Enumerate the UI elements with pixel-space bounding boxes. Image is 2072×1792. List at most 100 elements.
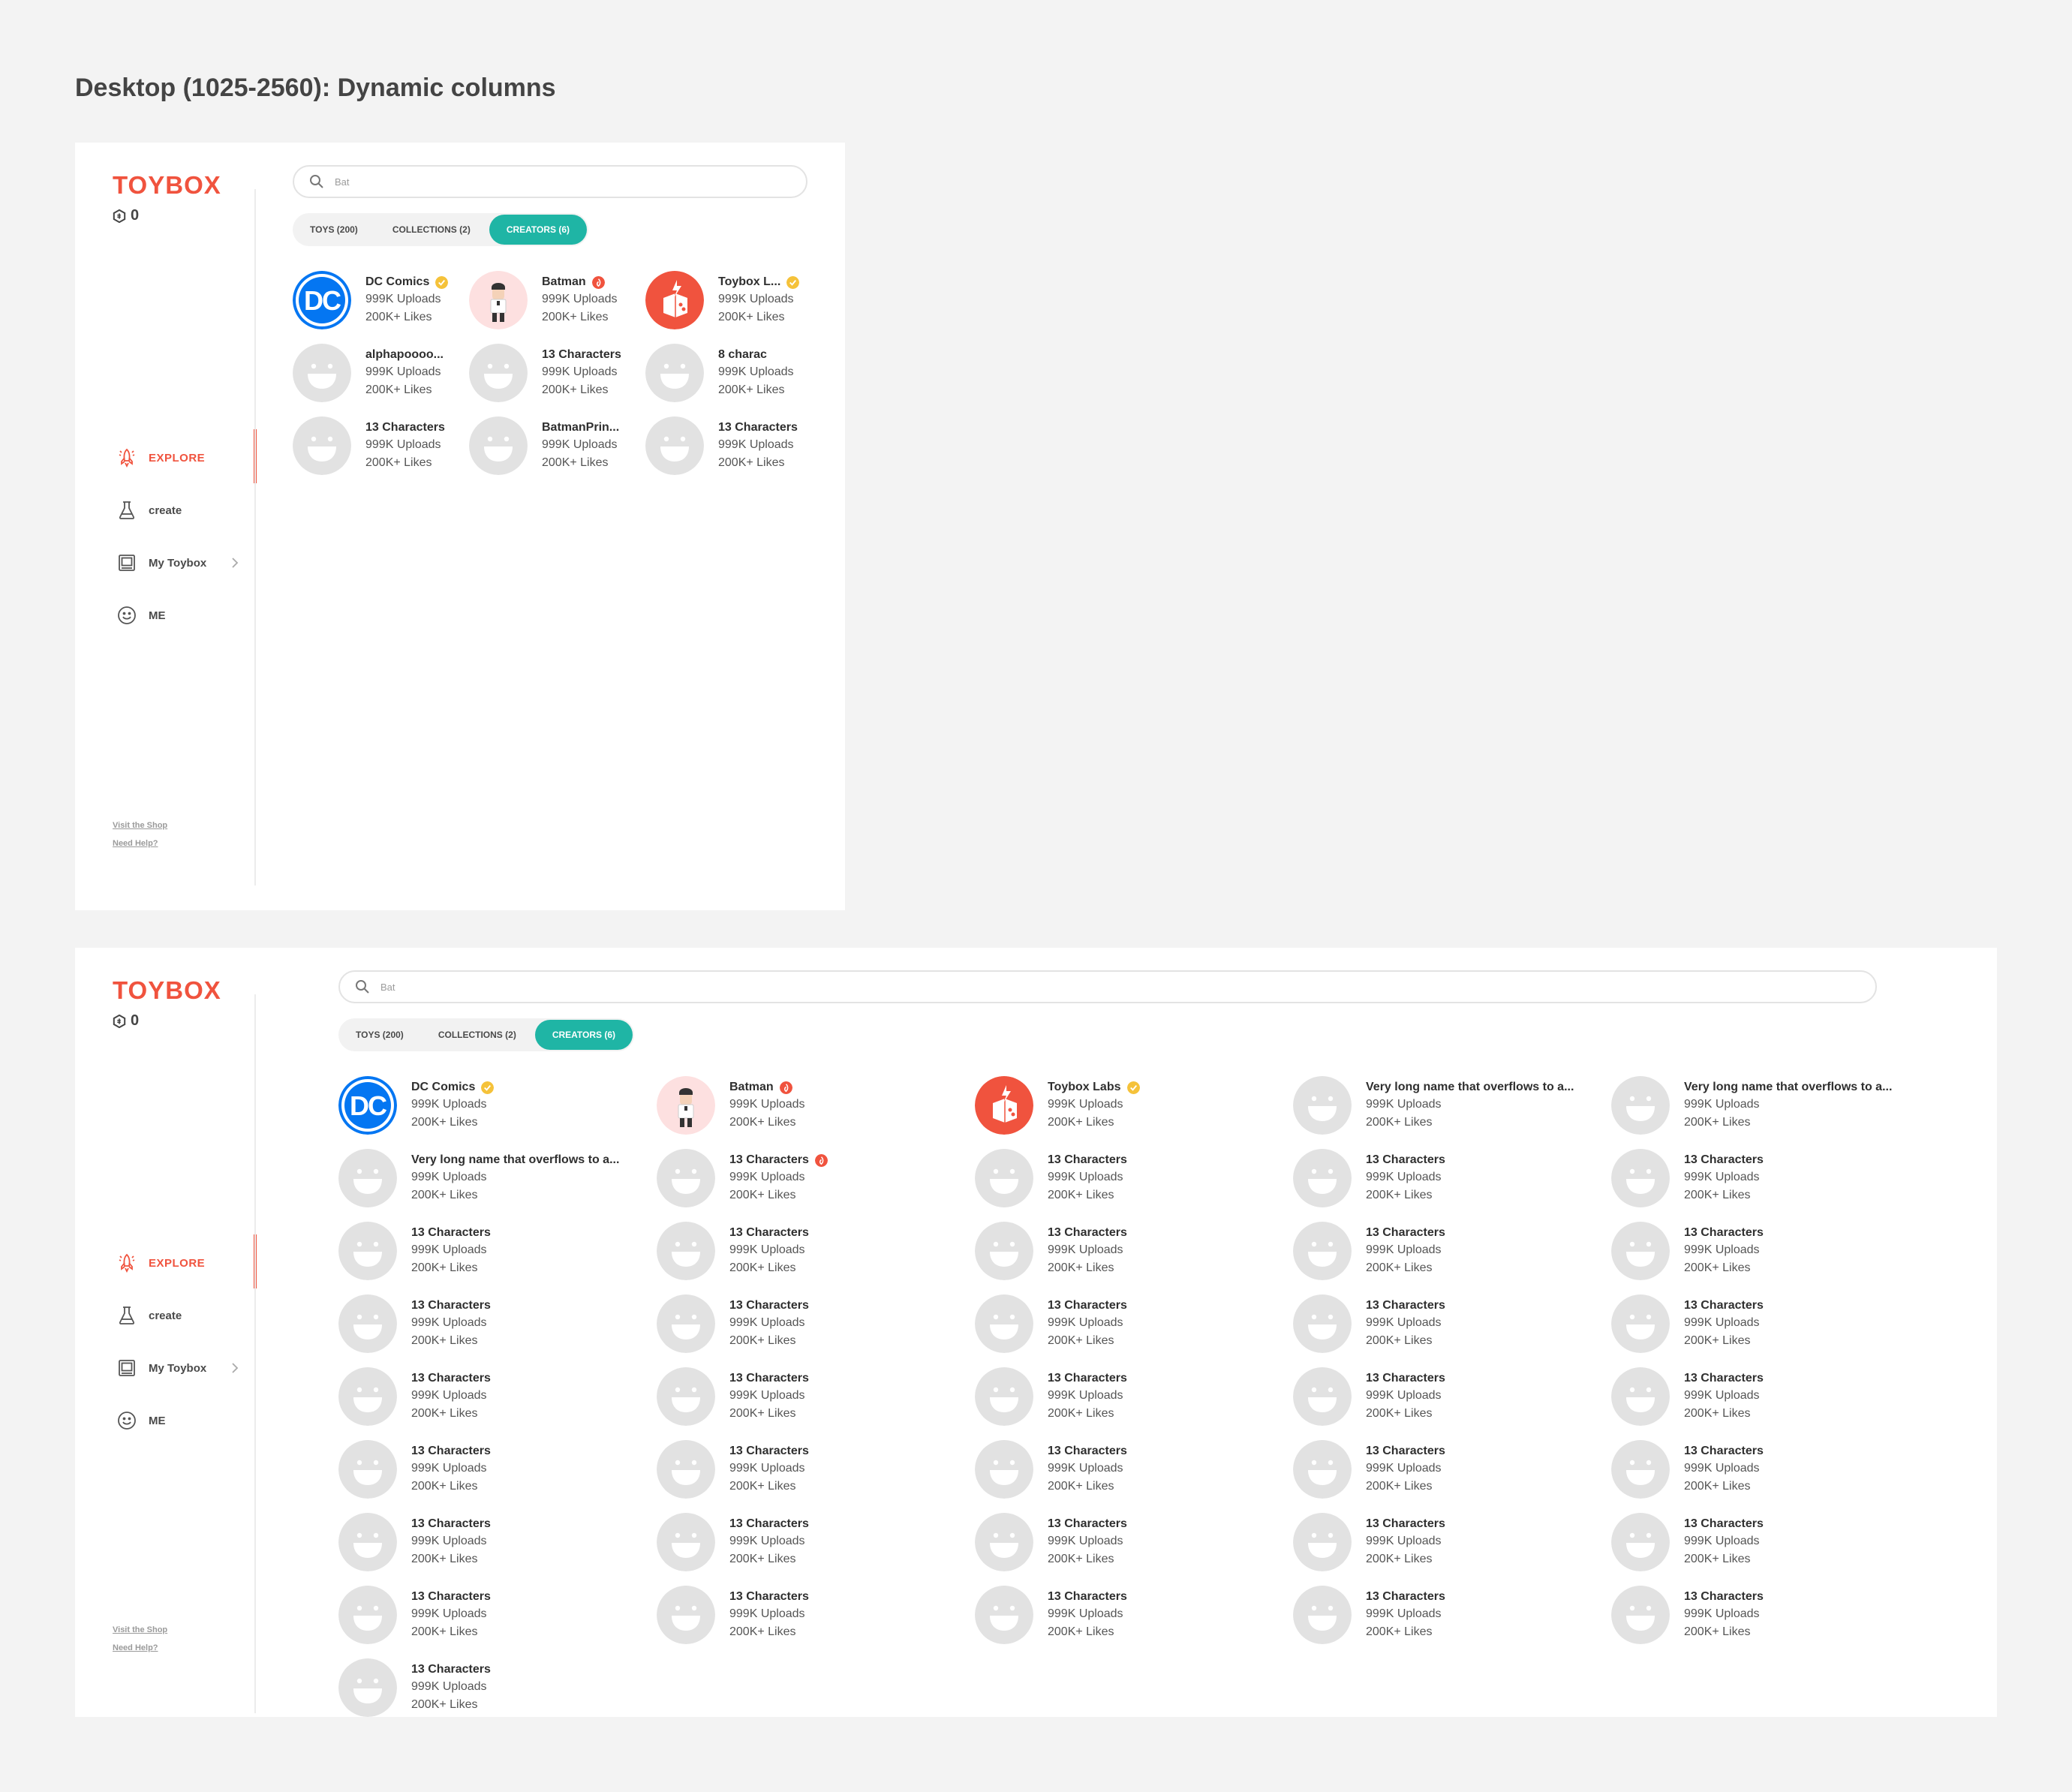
creator-name[interactable]: Toybox L... [718,274,780,290]
creator-avatar[interactable] [469,344,528,402]
creator-avatar[interactable] [657,1513,715,1571]
creator-card[interactable]: 13 Characters 999K Uploads 200K+ Likes [1293,1439,1611,1499]
creator-avatar[interactable] [975,1440,1033,1499]
creator-card[interactable]: Batman 999K Uploads 200K+ Likes [657,1075,975,1135]
creator-card[interactable]: 13 Characters 999K Uploads 200K+ Likes [1293,1148,1611,1208]
creator-card[interactable]: Batman 999K Uploads 200K+ Likes [469,270,645,330]
nav-item-my-toybox[interactable]: My Toybox [117,1342,255,1394]
toybox-logo[interactable]: TOYBOX [113,976,221,1005]
creator-name[interactable]: 13 Characters [1366,1297,1445,1314]
creator-card[interactable]: 13 Characters 999K Uploads 200K+ Likes [657,1439,975,1499]
creator-avatar[interactable] [1611,1513,1670,1571]
creator-name[interactable]: 13 Characters [1684,1297,1764,1314]
creator-card[interactable]: 13 Characters 999K Uploads 200K+ Likes [975,1439,1293,1499]
creator-card[interactable]: 13 Characters 999K Uploads 200K+ Likes [657,1148,975,1208]
creator-card[interactable]: DC DC Comics 999K Uploads 200K+ Likes [338,1075,657,1135]
creator-name[interactable]: 13 Characters [411,1297,491,1314]
creator-avatar[interactable] [645,416,704,475]
creator-avatar[interactable] [469,271,528,329]
creator-name[interactable]: 13 Characters [729,1297,809,1314]
creator-avatar[interactable] [657,1149,715,1207]
creator-card[interactable]: 13 Characters 999K Uploads 200K+ Likes [338,1439,657,1499]
search-input[interactable]: Bat [293,165,807,198]
creator-name[interactable]: 13 Characters [411,1661,491,1678]
creator-card[interactable]: 13 Characters 999K Uploads 200K+ Likes [657,1221,975,1281]
creator-card[interactable]: 13 Characters 999K Uploads 200K+ Likes [1293,1221,1611,1281]
creator-avatar[interactable] [1293,1076,1352,1135]
creator-card[interactable]: BatmanPrin... 999K Uploads 200K+ Likes [469,416,645,476]
creator-card[interactable]: 13 Characters 999K Uploads 200K+ Likes [338,1367,657,1427]
creator-card[interactable]: 13 Characters 999K Uploads 200K+ Likes [1611,1439,1929,1499]
creator-avatar[interactable] [1293,1586,1352,1644]
tab-collections[interactable]: COLLECTIONS (2) [375,215,488,245]
creator-name[interactable]: 13 Characters [729,1225,809,1241]
creator-avatar[interactable] [1293,1149,1352,1207]
creator-avatar[interactable] [293,344,351,402]
creator-name[interactable]: 13 Characters [365,419,445,436]
creator-avatar[interactable] [657,1440,715,1499]
creator-name[interactable]: 13 Characters [1366,1443,1445,1460]
nav-item-explore[interactable]: EXPLORE [117,429,257,484]
creator-name[interactable]: 13 Characters [1048,1589,1127,1605]
creator-avatar[interactable] [1611,1222,1670,1280]
search-input[interactable]: Bat [338,970,1877,1003]
need-help-link[interactable]: Need Help? [113,834,167,852]
creator-name[interactable]: 13 Characters [1684,1443,1764,1460]
nav-item-create[interactable]: create [117,484,255,537]
creator-name[interactable]: 13 Characters [1684,1152,1764,1168]
nav-item-me[interactable]: ME [117,589,255,642]
creator-name[interactable]: 13 Characters [1048,1443,1127,1460]
creator-avatar[interactable] [338,1658,397,1717]
creator-card[interactable]: 13 Characters 999K Uploads 200K+ Likes [338,1221,657,1281]
nav-item-create[interactable]: create [117,1289,255,1342]
creator-name[interactable]: 13 Characters [542,347,621,363]
creator-avatar[interactable] [657,1294,715,1353]
visit-shop-link[interactable]: Visit the Shop [113,816,167,834]
creator-name[interactable]: 13 Characters [1048,1297,1127,1314]
tab-collections[interactable]: COLLECTIONS (2) [421,1020,534,1050]
coin-balance[interactable]: 0 [113,1012,139,1030]
creator-card[interactable]: 13 Characters 999K Uploads 200K+ Likes [657,1512,975,1572]
creator-card[interactable]: 13 Characters 999K Uploads 200K+ Likes [1611,1294,1929,1354]
creator-avatar[interactable] [293,416,351,475]
creator-avatar[interactable] [657,1586,715,1644]
creator-avatar[interactable] [657,1222,715,1280]
creator-card[interactable]: Very long name that overflows to a... 999… [1611,1075,1929,1135]
creator-avatar[interactable] [1293,1294,1352,1353]
creator-card[interactable]: 13 Characters 999K Uploads 200K+ Likes [975,1294,1293,1354]
creator-card[interactable]: alphapoooo... 999K Uploads 200K+ Likes [293,343,469,403]
creator-name[interactable]: 8 charac [718,347,767,363]
creator-avatar[interactable] [975,1076,1033,1135]
creator-avatar[interactable] [1611,1367,1670,1426]
creator-avatar[interactable] [1293,1513,1352,1571]
creator-avatar[interactable] [645,271,704,329]
creator-name[interactable]: 13 Characters [1684,1370,1764,1387]
creator-name[interactable]: 13 Characters [1684,1225,1764,1241]
creator-avatar[interactable] [338,1222,397,1280]
need-help-link[interactable]: Need Help? [113,1639,167,1657]
creator-avatar[interactable] [975,1222,1033,1280]
creator-card[interactable]: Very long name that overflows to a... 999… [1293,1075,1611,1135]
toybox-logo[interactable]: TOYBOX [113,171,221,200]
creator-name[interactable]: 13 Characters [1048,1152,1127,1168]
creator-card[interactable]: Toybox L... 999K Uploads 200K+ Likes [645,270,822,330]
creator-name[interactable]: 13 Characters [1366,1370,1445,1387]
creator-card[interactable]: 13 Characters 999K Uploads 200K+ Likes [657,1294,975,1354]
creator-name[interactable]: BatmanPrin... [542,419,619,436]
creator-avatar[interactable] [1611,1586,1670,1644]
creator-name[interactable]: 13 Characters [411,1370,491,1387]
creator-avatar[interactable] [975,1513,1033,1571]
creator-card[interactable]: 13 Characters 999K Uploads 200K+ Likes [975,1367,1293,1427]
creator-card[interactable]: 13 Characters 999K Uploads 200K+ Likes [645,416,822,476]
creator-name[interactable]: 13 Characters [729,1370,809,1387]
creator-name[interactable]: 13 Characters [1366,1152,1445,1168]
creator-name[interactable]: 13 Characters [1684,1516,1764,1532]
creator-card[interactable]: 13 Characters 999K Uploads 200K+ Likes [338,1294,657,1354]
tab-creators[interactable]: CREATORS (6) [489,215,588,245]
creator-card[interactable]: 13 Characters 999K Uploads 200K+ Likes [1611,1148,1929,1208]
creator-card[interactable]: 13 Characters 999K Uploads 200K+ Likes [1293,1512,1611,1572]
creator-avatar[interactable] [1293,1222,1352,1280]
creator-avatar[interactable] [338,1149,397,1207]
creator-avatar[interactable] [657,1076,715,1135]
creator-avatar[interactable] [975,1586,1033,1644]
